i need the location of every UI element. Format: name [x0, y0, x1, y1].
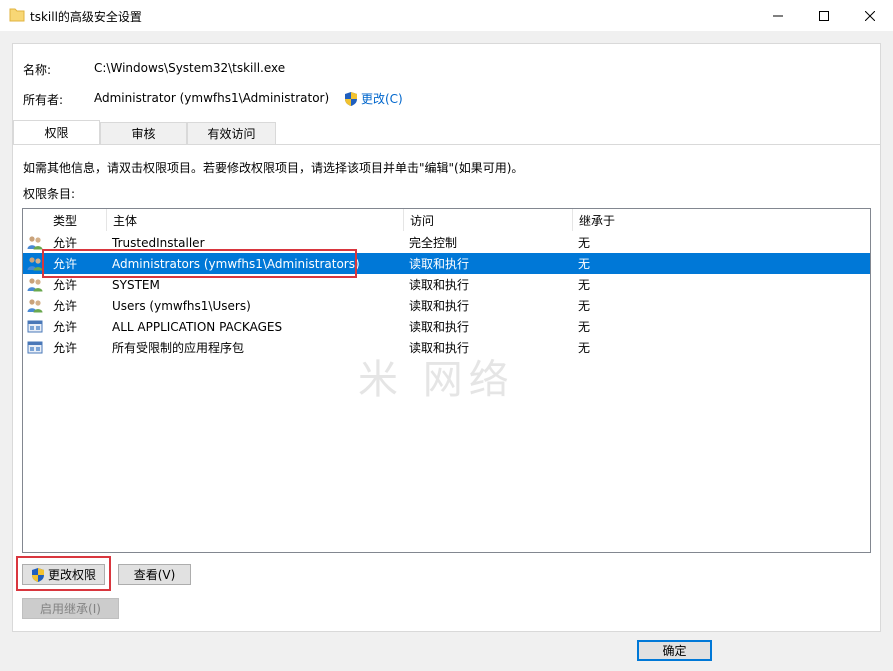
- name-value: C:\Windows\System32\tskill.exe: [94, 61, 286, 75]
- permission-entries-list[interactable]: 类型 主体 访问 继承于 允许 TrustedInstaller 完全控制无允许 Ad…: [22, 208, 871, 553]
- change-permissions-label: 更改权限: [47, 568, 96, 582]
- users-icon: [27, 236, 43, 250]
- cell-type: 允许: [53, 236, 78, 250]
- tab-permissions[interactable]: 权限: [13, 120, 100, 144]
- shield-icon: [345, 91, 357, 106]
- change-owner-label: 更改(C): [361, 92, 403, 106]
- column-header-type[interactable]: 类型: [47, 209, 107, 231]
- title-bar: tskill的高级安全设置: [0, 0, 893, 31]
- app-package-icon: [27, 320, 43, 333]
- close-icon: [865, 10, 875, 21]
- cell-principal: SYSTEM: [112, 277, 160, 292]
- cell-inherited: 无: [578, 341, 591, 355]
- cell-type: 允许: [53, 341, 78, 355]
- table-row[interactable]: 允许 TrustedInstaller 完全控制 无: [23, 232, 870, 253]
- table-row[interactable]: 允许 Users (ymwfhs1\Users) 读取和执行 无: [23, 295, 870, 316]
- change-permissions-button[interactable]: 更改权限: [22, 564, 105, 585]
- change-owner-link[interactable]: 更改(C): [344, 90, 403, 107]
- cell-type: 允许: [53, 278, 78, 292]
- info-text: 如需其他信息，请双击权限项目。若要修改权限项目，请选择该项目并单击"编辑"(如果…: [23, 161, 524, 175]
- cell-principal: Administrators (ymwfhs1\Administrators): [112, 256, 360, 271]
- name-label: 名称:: [23, 63, 52, 77]
- window-title: tskill的高级安全设置: [30, 10, 142, 24]
- app-package-icon: [27, 341, 43, 354]
- users-icon: [27, 278, 43, 292]
- cell-type: 允许: [53, 257, 78, 271]
- cell-principal: Users (ymwfhs1\Users): [112, 298, 251, 313]
- owner-value: Administrator (ymwfhs1\Administrator): [94, 91, 330, 105]
- tab-effective-access[interactable]: 有效访问: [187, 122, 276, 144]
- table-row[interactable]: 允许 所有受限制的应用程序包 读取和执行 无: [23, 337, 870, 358]
- column-header-inherited-from[interactable]: 继承于: [573, 209, 870, 231]
- cell-principal: 所有受限制的应用程序包: [112, 341, 245, 355]
- cell-inherited: 无: [578, 257, 591, 271]
- close-button[interactable]: [847, 0, 893, 31]
- cell-principal: TrustedInstaller: [112, 235, 205, 250]
- cell-access: 完全控制: [409, 236, 458, 250]
- column-header-principal[interactable]: 主体: [107, 209, 404, 231]
- column-header-access[interactable]: 访问: [404, 209, 573, 231]
- cell-inherited: 无: [578, 299, 591, 313]
- cell-access: 读取和执行: [409, 278, 470, 292]
- maximize-button[interactable]: [801, 0, 847, 31]
- users-icon: [27, 299, 43, 313]
- minimize-icon: [773, 15, 783, 16]
- cell-access: 读取和执行: [409, 299, 470, 313]
- ok-button[interactable]: 确定: [637, 640, 712, 661]
- enable-inheritance-button[interactable]: 启用继承(I): [22, 598, 119, 619]
- cell-inherited: 无: [578, 236, 591, 250]
- permission-entries-label: 权限条目:: [23, 187, 76, 201]
- tab-auditing[interactable]: 审核: [100, 122, 187, 144]
- folder-icon: [9, 8, 25, 22]
- tab-divider: [13, 144, 880, 145]
- table-row[interactable]: 允许 Administrators (ymwfhs1\Administrators…: [23, 253, 870, 274]
- owner-label: 所有者:: [23, 93, 64, 107]
- users-icon: [27, 257, 43, 271]
- table-row[interactable]: 允许 ALL APPLICATION PACKAGES 读取和执行 无: [23, 316, 870, 337]
- cell-type: 允许: [53, 299, 78, 313]
- maximize-icon: [819, 10, 829, 21]
- view-button[interactable]: 查看(V): [118, 564, 191, 585]
- shield-icon: [31, 567, 44, 582]
- table-row[interactable]: 允许 SYSTEM 读取和执行 无: [23, 274, 870, 295]
- cell-access: 读取和执行: [409, 320, 470, 334]
- cell-principal: ALL APPLICATION PACKAGES: [112, 319, 283, 334]
- minimize-button[interactable]: [755, 0, 801, 31]
- cell-access: 读取和执行: [409, 341, 470, 355]
- cell-access: 读取和执行: [409, 257, 470, 271]
- list-header: 类型 主体 访问 继承于: [23, 209, 870, 231]
- cell-inherited: 无: [578, 278, 591, 292]
- cell-inherited: 无: [578, 320, 591, 334]
- cell-type: 允许: [53, 320, 78, 334]
- content-panel: 名称: C:\Windows\System32\tskill.exe 所有者: …: [12, 43, 881, 632]
